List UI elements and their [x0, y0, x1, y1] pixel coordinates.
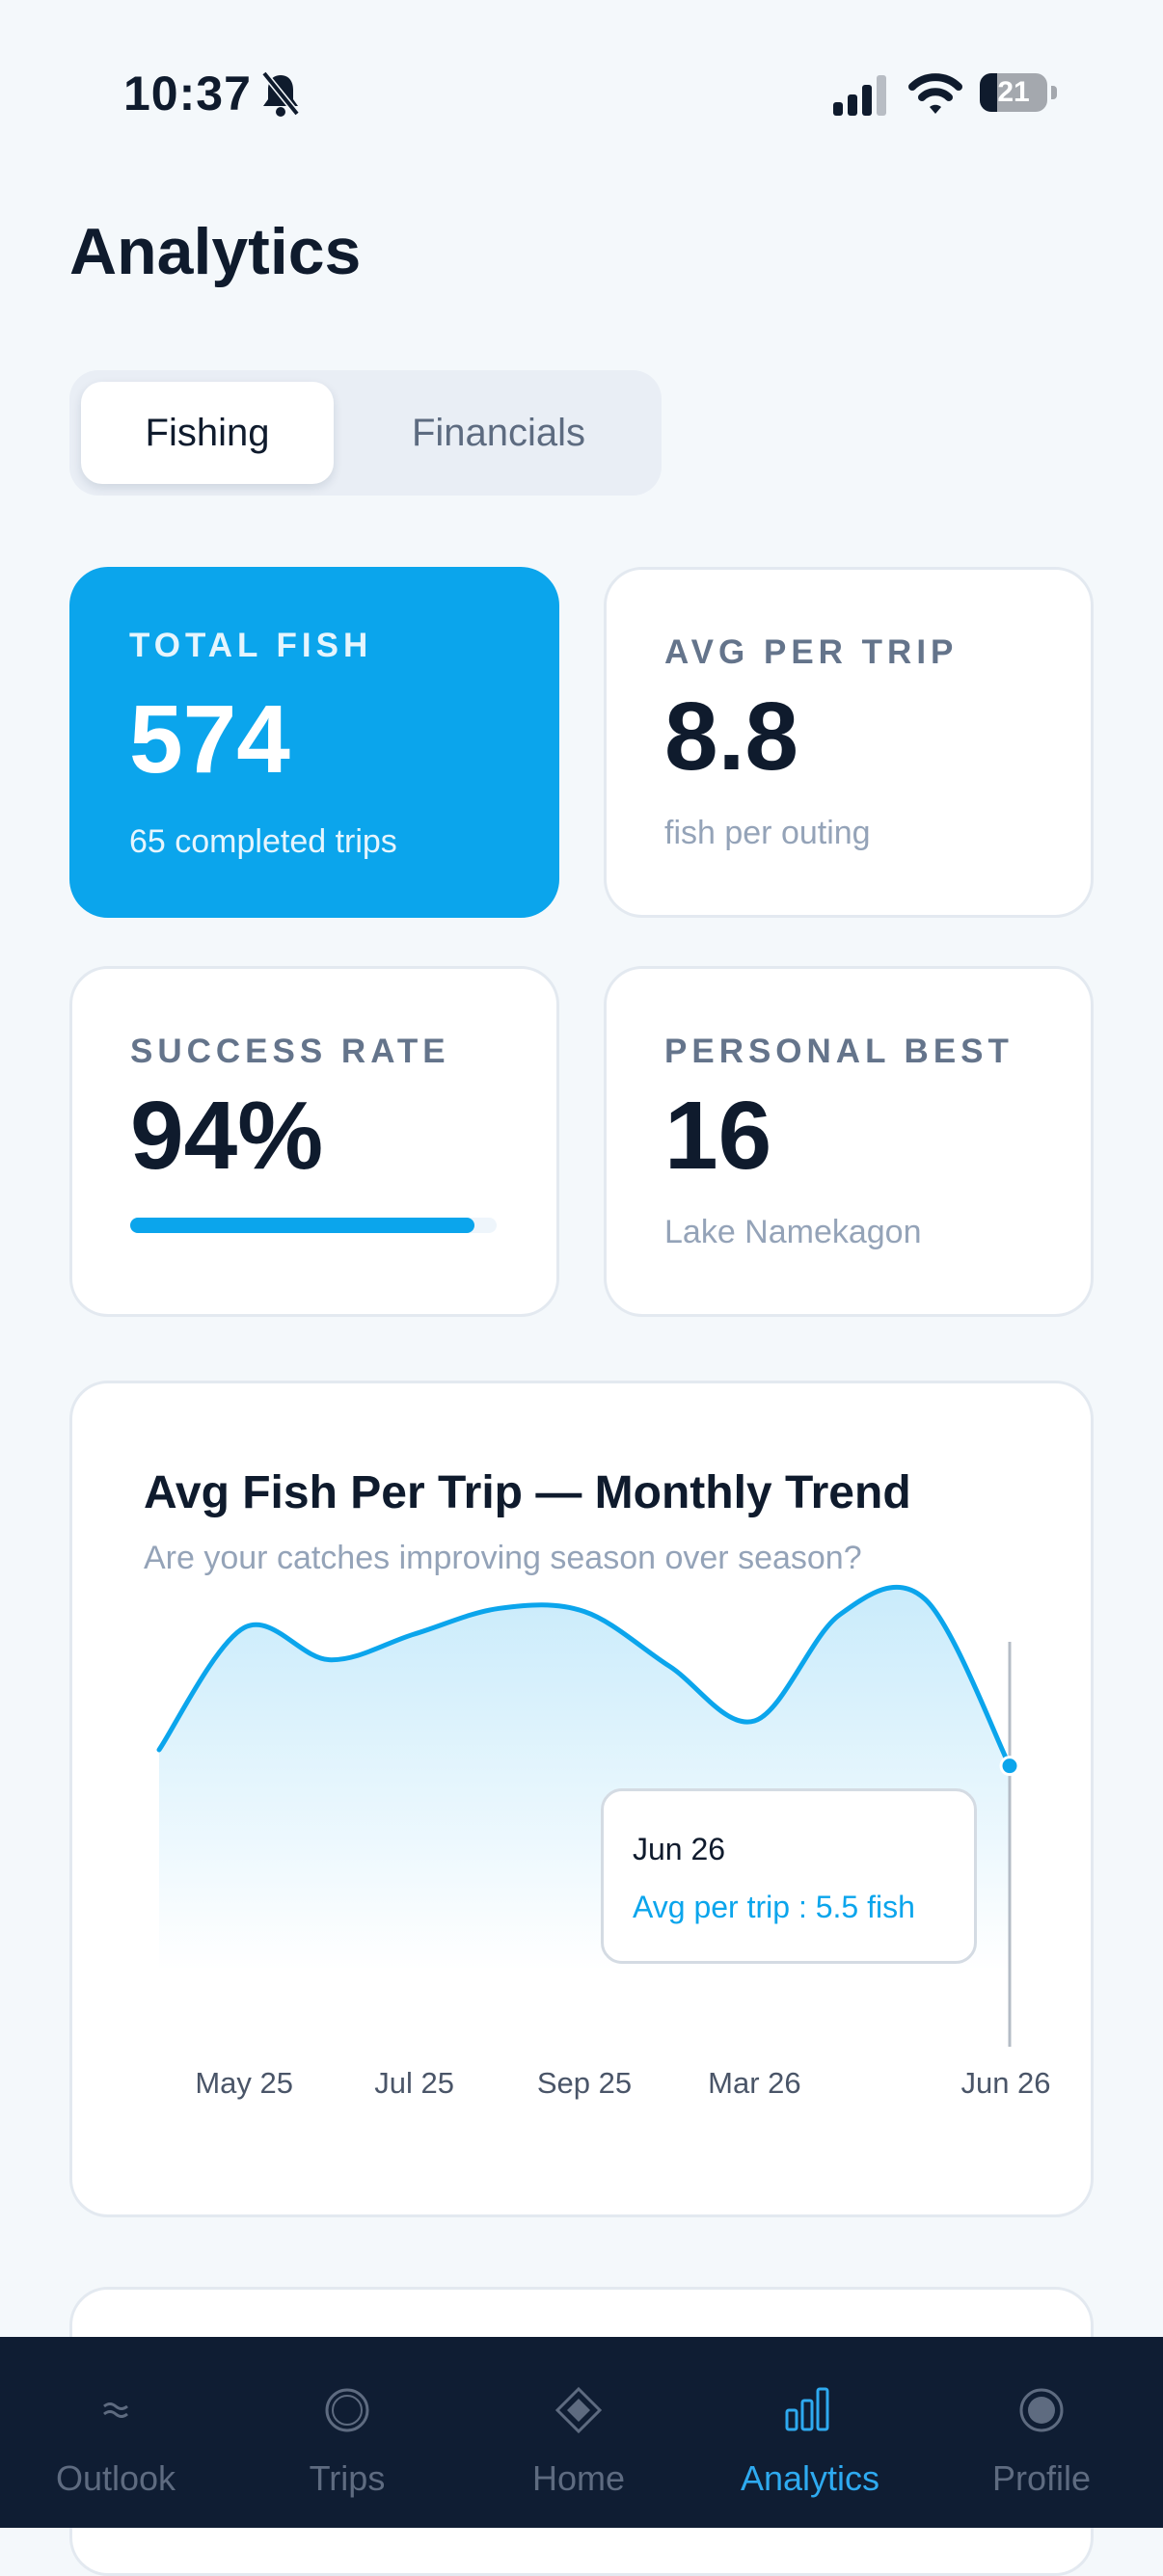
segmented-control: Fishing Financials: [69, 370, 662, 496]
personal-best-value: 16: [664, 1082, 772, 1190]
x-tick-label: Mar 26: [708, 2066, 800, 2100]
success-rate-value: 94%: [130, 1082, 324, 1190]
chart-tooltip: Jun 26 Avg per trip : 5.5 fish: [601, 1788, 977, 1964]
tab-home-label: Home: [531, 2458, 626, 2498]
status-bar: 10:37 21: [0, 0, 1163, 183]
avg-per-trip-value: 8.8: [664, 683, 799, 791]
tab-fishing[interactable]: Fishing: [81, 382, 334, 484]
bar-chart-icon: [785, 2387, 829, 2431]
status-time: 10:37: [123, 67, 252, 121]
battery-level: 21: [997, 76, 1030, 108]
tab-analytics[interactable]: Analytics: [694, 2337, 926, 2528]
tab-outlook[interactable]: Outlook: [0, 2337, 231, 2528]
tab-profile-label: Profile: [991, 2458, 1092, 2498]
bottom-tab-bar: Outlook Trips Home Analytics Profile: [0, 2337, 1163, 2528]
x-tick-label: Jun 26: [960, 2066, 1050, 2100]
tooltip-value: Avg per trip : 5.5 fish: [633, 1890, 915, 1924]
tab-trips-label: Trips: [309, 2458, 386, 2498]
tab-financials[interactable]: Financials: [349, 382, 648, 484]
success-rate-label: SUCCESS RATE: [130, 1033, 450, 1070]
waves-icon: [103, 2402, 128, 2418]
circle-icon: [325, 2388, 369, 2432]
avg-per-trip-card: AVG PER TRIP 8.8 fish per outing: [604, 567, 1094, 918]
wifi-icon: [908, 73, 962, 114]
total-fish-label: TOTAL FISH: [129, 627, 373, 664]
tooltip-date: Jun 26: [633, 1832, 726, 1866]
tab-trips[interactable]: Trips: [231, 2337, 463, 2528]
tab-analytics-label: Analytics: [740, 2458, 880, 2498]
profile-icon: [1019, 2388, 1064, 2432]
avg-per-trip-label: AVG PER TRIP: [664, 633, 959, 671]
total-fish-card: TOTAL FISH 574 65 completed trips: [69, 567, 559, 918]
success-rate-card: SUCCESS RATE 94%: [69, 966, 559, 1317]
battery-icon: 21: [980, 73, 1059, 114]
personal-best-sub: Lake Namekagon: [664, 1214, 922, 1250]
success-rate-progress: [130, 1218, 497, 1233]
tab-home[interactable]: Home: [463, 2337, 694, 2528]
avg-per-trip-sub: fish per outing: [664, 815, 871, 851]
x-tick-label: May 25: [195, 2066, 293, 2100]
total-fish-sub: 65 completed trips: [129, 823, 397, 860]
personal-best-label: PERSONAL BEST: [664, 1033, 1014, 1070]
cell-signal-icon: [833, 75, 886, 116]
tab-profile[interactable]: Profile: [926, 2337, 1157, 2528]
personal-best-card: PERSONAL BEST 16 Lake Namekagon: [604, 966, 1094, 1317]
tab-outlook-label: Outlook: [55, 2458, 176, 2498]
success-rate-progress-fill: [130, 1218, 475, 1233]
total-fish-value: 574: [129, 685, 290, 793]
x-tick-label: Jul 25: [374, 2066, 454, 2100]
diamond-icon: [554, 2386, 603, 2434]
x-tick-label: Sep 25: [537, 2066, 632, 2100]
bell-muted-icon: [261, 70, 300, 117]
page-title: Analytics: [69, 215, 362, 288]
chart-highlight-point[interactable]: [999, 1756, 1020, 1777]
trend-chart-card: Avg Fish Per Trip — Monthly Trend Are yo…: [69, 1381, 1094, 2217]
